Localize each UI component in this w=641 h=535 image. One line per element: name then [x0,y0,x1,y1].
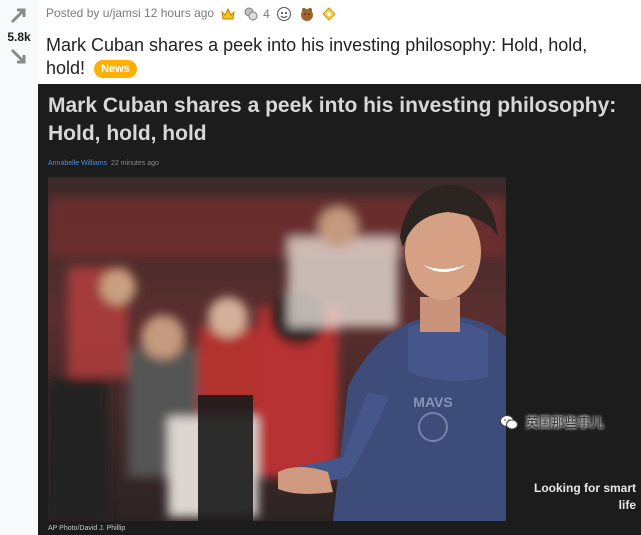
photo-credit: AP Photo/David J. Phillip [48,525,126,532]
flair-badge[interactable]: News [94,60,137,78]
award-count: 4 [263,7,270,21]
watermark: 英国那些事儿 [500,412,604,431]
watermark-text: 英国那些事儿 [525,415,604,430]
article-byline: Annabelle Williams 22 minutes ago [48,160,159,167]
svg-text:MAVS: MAVS [413,394,452,410]
post-title[interactable]: Mark Cuban shares a peek into his invest… [46,34,631,80]
article-photo: MAVS [48,177,506,521]
hug-award-icon[interactable] [299,6,315,22]
post-meta: Posted by u/jamsi 12 hours ago 4 [46,6,337,22]
helpful-award-icon[interactable] [321,6,337,22]
wholesome-award-icon[interactable] [276,6,292,22]
article-time: 22 minutes ago [111,160,159,167]
wechat-icon [500,415,518,430]
gold-award-icon[interactable] [220,6,236,22]
post-meta-text: Posted by u/jamsi 12 hours ago [46,6,215,21]
article-author: Annabelle Williams [48,160,108,167]
article-headline-line2: Hold, hold, hold [48,122,207,145]
post-card[interactable]: Posted by u/jamsi 12 hours ago 4 Mark Cu… [38,0,641,535]
silver-award-icon[interactable] [243,6,259,22]
downvote-arrow-icon[interactable] [8,46,30,68]
article-screenshot[interactable]: Mark Cuban shares a peek into his invest… [38,84,641,535]
article-headline: Mark Cuban shares a peek into his invest… [48,92,641,148]
sidebar-promo-text: Looking for smart life [534,480,636,514]
vote-column: 5.8k [0,0,38,535]
article-headline-line1: Mark Cuban shares a peek into his invest… [48,94,617,117]
vote-score: 5.8k [7,30,31,44]
sidebar-promo-line2: life [618,498,637,512]
sidebar-promo-line1: Looking for smart [534,481,637,495]
upvote-arrow-icon[interactable] [8,4,30,26]
